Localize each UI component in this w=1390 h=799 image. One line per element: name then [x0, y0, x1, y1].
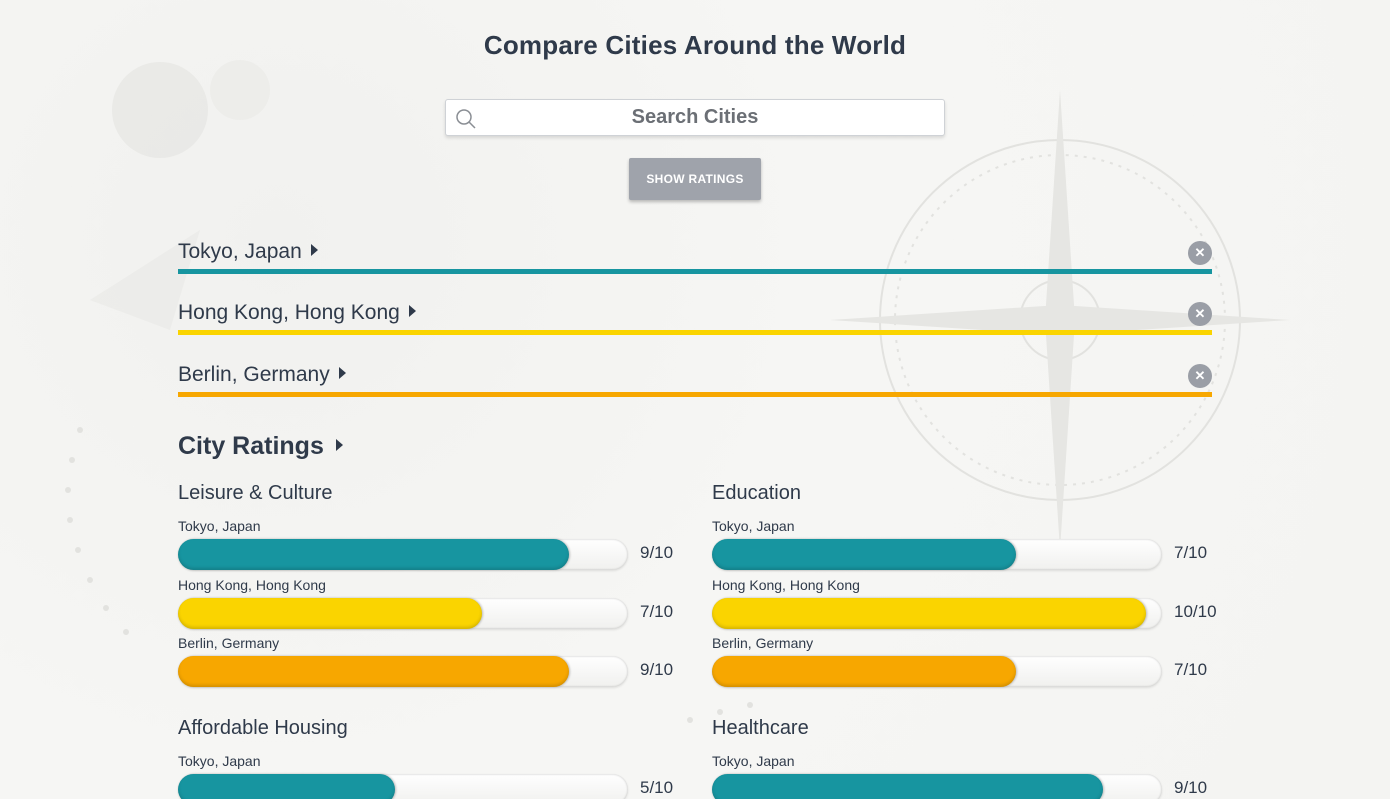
remove-city-button[interactable]: ✕	[1188, 241, 1212, 265]
remove-city-button[interactable]: ✕	[1188, 364, 1212, 388]
category-title: Education	[712, 482, 801, 504]
city-name-toggle[interactable]: Tokyo, Japan	[178, 240, 318, 264]
city-color-line	[178, 269, 1212, 274]
rating-score: 5/10	[640, 778, 674, 797]
rating-bar-track	[712, 539, 1162, 570]
city-ratings-heading: City Ratings	[178, 432, 324, 460]
rating-city-label: Tokyo, Japan	[178, 753, 261, 769]
rating-bar-fill	[712, 597, 1146, 629]
close-icon: ✕	[1194, 368, 1206, 383]
search-box[interactable]	[445, 99, 945, 136]
city-name: Tokyo, Japan	[178, 240, 302, 263]
close-icon: ✕	[1194, 245, 1206, 260]
city-color-line	[178, 330, 1212, 335]
caret-right-icon	[335, 439, 343, 451]
rating-score: 7/10	[1174, 543, 1208, 562]
category-title: Healthcare	[712, 717, 809, 739]
caret-right-icon	[338, 367, 346, 379]
category-title: Affordable Housing	[178, 717, 348, 739]
rating-bar-track	[712, 597, 1162, 629]
page: Compare Cities Around the World SHOW RAT…	[0, 0, 1390, 799]
rating-bar-track	[712, 774, 1162, 799]
rating-city-label: Tokyo, Japan	[712, 518, 795, 534]
rating-city-label: Hong Kong, Hong Kong	[712, 576, 860, 593]
rating-bar-fill	[178, 656, 569, 687]
rating-score: 10/10	[1174, 601, 1217, 621]
city-row: Berlin, Germany ✕	[178, 363, 1212, 403]
rating-bar-fill	[178, 774, 395, 799]
rating-bar-fill	[712, 774, 1103, 799]
city-name: Berlin, Germany	[178, 363, 330, 386]
city-row: Hong Kong, Hong Kong ✕	[178, 301, 1212, 341]
page-title: Compare Cities Around the World	[483, 30, 907, 60]
caret-right-icon	[408, 305, 416, 317]
search-input[interactable]	[446, 100, 944, 135]
rating-score: 7/10	[640, 601, 674, 621]
rating-city-label: Tokyo, Japan	[178, 518, 261, 534]
remove-city-button[interactable]: ✕	[1188, 302, 1212, 326]
category-title: Leisure & Culture	[178, 482, 333, 504]
rating-score: 7/10	[1174, 660, 1208, 679]
rating-bar-track	[178, 774, 628, 799]
city-name-toggle[interactable]: Berlin, Germany	[178, 363, 346, 387]
caret-right-icon	[310, 244, 318, 256]
city-row: Tokyo, Japan ✕	[178, 240, 1212, 280]
rating-score: 9/10	[640, 543, 674, 562]
rating-bar-fill	[712, 656, 1016, 687]
rating-bar-fill	[178, 539, 569, 570]
rating-bar-fill	[178, 597, 482, 629]
rating-city-label: Tokyo, Japan	[712, 753, 795, 769]
close-icon: ✕	[1194, 306, 1206, 321]
rating-bar-track	[178, 656, 628, 687]
rating-score: 9/10	[640, 660, 674, 679]
city-name: Hong Kong, Hong Kong	[178, 301, 400, 324]
city-ratings-toggle[interactable]: City Ratings	[178, 432, 343, 461]
rating-city-label: Berlin, Germany	[178, 635, 280, 651]
city-name-toggle[interactable]: Hong Kong, Hong Kong	[178, 301, 416, 325]
rating-score: 9/10	[1174, 778, 1208, 797]
show-ratings-button[interactable]: SHOW RATINGS	[629, 158, 761, 200]
rating-bar-fill	[712, 539, 1016, 570]
rating-city-label: Berlin, Germany	[712, 635, 814, 651]
rating-city-label: Hong Kong, Hong Kong	[178, 576, 326, 593]
city-color-line	[178, 392, 1212, 397]
rating-bar-track	[712, 656, 1162, 687]
rating-bar-track	[178, 539, 628, 570]
rating-bar-track	[178, 597, 628, 629]
